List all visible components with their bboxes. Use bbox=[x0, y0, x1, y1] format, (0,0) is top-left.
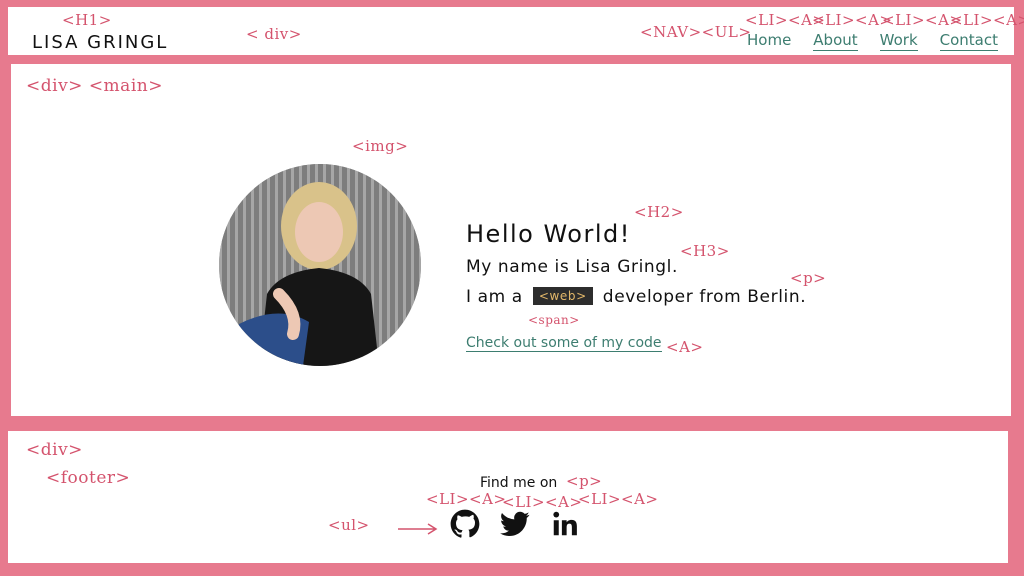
github-link[interactable] bbox=[450, 509, 480, 539]
find-me-text: Find me on bbox=[480, 475, 558, 491]
annotation-li-a-footer-2: <LI><A> bbox=[502, 493, 583, 511]
annotation-footer: <footer> bbox=[46, 468, 131, 488]
nav-contact-link[interactable]: Contact bbox=[939, 31, 998, 51]
annotation-span: <span> bbox=[528, 313, 580, 327]
intro: Hello World! My name is Lisa Gringl. I a… bbox=[466, 220, 806, 352]
social-item-github bbox=[450, 509, 480, 539]
annotation-li-a-footer-1: <LI><A> bbox=[426, 490, 507, 508]
site-title: LISA GRINGL bbox=[32, 32, 169, 53]
annotation-div-header: < div> bbox=[246, 25, 302, 43]
code-link[interactable]: Check out some of my code bbox=[466, 335, 662, 352]
annotation-arrow-icon bbox=[398, 523, 438, 535]
social-links bbox=[450, 509, 580, 539]
annotation-h2: <H2> bbox=[634, 203, 684, 221]
profile-photo bbox=[219, 164, 421, 366]
web-badge: <web> bbox=[532, 287, 593, 305]
social-item-twitter bbox=[500, 509, 530, 539]
github-icon bbox=[450, 509, 480, 538]
name-heading: My name is Lisa Gringl. bbox=[466, 257, 678, 277]
linkedin-icon bbox=[553, 511, 577, 536]
annotation-a-main: <A> bbox=[666, 338, 704, 356]
twitter-link[interactable] bbox=[500, 509, 530, 539]
annotation-ul-footer: <ul> bbox=[328, 516, 370, 534]
annotation-p-footer: <p> bbox=[566, 472, 603, 490]
nav-work-link[interactable]: Work bbox=[879, 31, 918, 51]
annotation-nav-ul: <NAV><UL> bbox=[640, 23, 752, 41]
about-text-before: I am a bbox=[466, 287, 523, 307]
annotation-div-footer: <div> bbox=[26, 440, 83, 460]
annotation-li-a-4: <LI><A> bbox=[950, 11, 1024, 29]
main-content: Hello World! My name is Lisa Gringl. I a… bbox=[11, 64, 1011, 416]
annotation-h3: <H3> bbox=[680, 242, 730, 260]
about-text-after: developer from Berlin. bbox=[602, 287, 807, 307]
annotation-p-main: <p> bbox=[790, 269, 827, 287]
profile-photo-illustration bbox=[219, 164, 421, 366]
annotation-li-a-footer-3: <LI><A> bbox=[578, 490, 659, 508]
hello-heading: Hello World! bbox=[466, 220, 631, 248]
about-text: I am a <web> developer from Berlin. bbox=[466, 287, 806, 307]
main-nav: Home About Work Contact bbox=[747, 31, 998, 51]
social-item-linkedin bbox=[550, 509, 580, 539]
nav-about-link[interactable]: About bbox=[813, 31, 858, 51]
annotation-h1: <H1> bbox=[62, 11, 112, 29]
twitter-icon bbox=[500, 511, 530, 537]
annotation-li-a-2: <LI><A> bbox=[812, 11, 893, 29]
annotation-img: <img> bbox=[352, 137, 409, 155]
linkedin-link[interactable] bbox=[550, 509, 580, 539]
annotation-div-main: <div> <main> bbox=[26, 76, 163, 96]
nav-home-link[interactable]: Home bbox=[747, 31, 791, 51]
